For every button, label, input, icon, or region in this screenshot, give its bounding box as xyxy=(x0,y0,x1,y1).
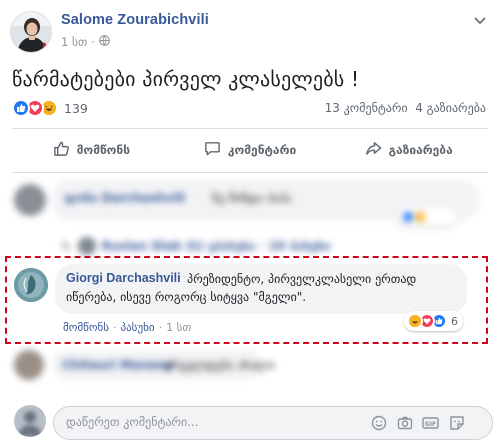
divider xyxy=(12,172,488,173)
reaction-count[interactable]: 139 xyxy=(64,101,88,116)
blurred-reply-row[interactable]: ↳ Ruslan Diak (ს) უპასუხა · 10 პასუხი xyxy=(60,236,460,256)
comment-text: ნუ მინდა ჰაჰა xyxy=(212,191,292,205)
post-time[interactable]: 1 სთ xyxy=(61,35,87,49)
share-arrow-icon xyxy=(365,140,382,160)
comment-avatar[interactable] xyxy=(14,268,48,302)
like-reaction-icon xyxy=(12,99,30,117)
comment-reactions[interactable]: 6 xyxy=(404,311,463,331)
reply-summary: Ruslan Diak (ს) უპასუხა · 10 პასუხი xyxy=(101,239,331,253)
divider xyxy=(12,128,488,129)
post-options-chevron-icon[interactable] xyxy=(474,14,486,28)
share-button[interactable]: გაზიარება xyxy=(329,130,488,170)
post-text: წარმატებები პირველ კლასელებს ! xyxy=(12,67,360,91)
like-reaction-icon xyxy=(401,210,415,224)
share-label: გაზიარება xyxy=(388,143,453,157)
shares-count[interactable]: 4 გაზიარება xyxy=(415,101,486,115)
comment-reactions[interactable] xyxy=(397,208,457,226)
composer-placeholder[interactable]: დაწერეთ კომენტარი... xyxy=(66,415,199,429)
composer-toolbar: GIF xyxy=(370,414,465,431)
comments-count[interactable]: 13 კომენტარი xyxy=(325,101,408,115)
blurred-comment: Chitauri Manana ვრცელდება ახალი xyxy=(12,348,492,388)
thumbs-up-icon xyxy=(53,140,70,160)
like-label: მომწონს xyxy=(76,143,131,157)
dot-separator: · xyxy=(91,35,95,49)
post-author[interactable]: Salome Zourabichvili xyxy=(61,12,209,28)
comment-author[interactable]: Chitauri Manana xyxy=(62,358,173,372)
comment-author[interactable]: ფონი Darchashvili xyxy=(64,191,185,205)
post-meta: 1 სთ · xyxy=(61,35,110,49)
comment-actions: მომწონს · პასუხი · 1 სთ xyxy=(63,321,192,334)
gif-icon[interactable]: GIF xyxy=(422,414,439,431)
comment-text-line2: იწერება, ისევე როგორც სიტყვა "მგელი". xyxy=(66,290,307,304)
camera-icon[interactable] xyxy=(396,414,413,431)
comment-label: კომენტარი xyxy=(227,143,297,157)
comment-share-stats: 13 კომენტარი 4 გაზიარება xyxy=(325,101,486,115)
reply-arrow-icon: ↳ xyxy=(60,238,72,254)
comment-avatar[interactable] xyxy=(14,350,44,380)
comment-like-link[interactable]: მომწონს xyxy=(63,321,109,334)
comment-reaction-count: 6 xyxy=(451,314,458,328)
sticker-icon[interactable] xyxy=(448,414,465,431)
emoji-icon[interactable] xyxy=(370,414,387,431)
globe-icon xyxy=(99,35,110,49)
like-button[interactable]: მომწონს xyxy=(12,130,171,170)
comment-button[interactable]: კომენტარი xyxy=(171,130,330,170)
comment-reply-link[interactable]: პასუხი xyxy=(120,321,154,334)
comment-time[interactable]: 1 სთ xyxy=(166,321,191,334)
haha-reaction-icon xyxy=(407,313,423,329)
composer-avatar xyxy=(14,405,46,437)
author-avatar[interactable] xyxy=(10,11,52,53)
comment-text: ვრცელდება ახალი xyxy=(164,358,275,372)
svg-text:GIF: GIF xyxy=(425,420,436,427)
comment-bubble-icon xyxy=(204,140,221,160)
comment-author[interactable]: Giorgi Darchashvili xyxy=(66,271,181,285)
reactions-summary[interactable]: 139 xyxy=(12,99,88,117)
haha-reaction-icon xyxy=(413,210,427,224)
blurred-comment: ფონი Darchashvili ნუ მინდა ჰაჰა xyxy=(12,180,492,230)
comment-avatar[interactable] xyxy=(14,184,46,216)
reply-avatar xyxy=(77,237,96,255)
post-actions: მომწონს კომენტარი გაზიარება xyxy=(12,130,488,170)
comment-text-line1: პრეზიდენტო, პირველკლასელი ერთად xyxy=(187,272,417,286)
